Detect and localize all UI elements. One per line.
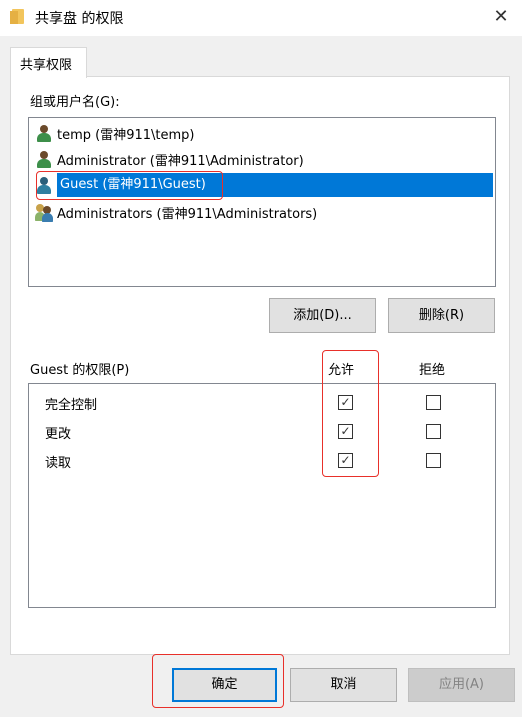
user-icon [35,150,53,168]
title-bar: 共享盘 的权限 ✕ [0,0,522,36]
permissions-list [28,383,496,608]
permission-name: 更改 [45,427,72,442]
deny-header: 拒绝 [419,363,446,378]
users-list[interactable]: temp (雷神911\temp) Administrator (雷神911\A… [28,117,496,287]
user-name: temp (雷神911\temp) [57,127,195,143]
deny-checkbox[interactable] [426,453,441,468]
list-item[interactable]: Administrators (雷神911\Administrators) [35,200,317,224]
close-button[interactable]: ✕ [488,4,514,30]
group-icon [35,203,53,222]
permission-name: 完全控制 [45,398,98,413]
users-label: 组或用户名(G): [30,95,120,110]
folder-icon [10,9,24,24]
add-button[interactable]: 添加(D)... [269,298,376,333]
permission-name: 读取 [45,456,72,471]
remove-button[interactable]: 删除(R) [388,298,495,333]
highlight-box [36,171,223,200]
user-name: Administrators (雷神911\Administrators) [57,206,318,222]
list-item[interactable]: temp (雷神911\temp) [35,121,195,145]
cancel-button[interactable]: 取消 [290,668,397,702]
apply-button[interactable]: 应用(A) [408,668,515,702]
permissions-label: Guest 的权限(P) [30,363,130,378]
window-title: 共享盘 的权限 [35,11,124,27]
highlight-box [152,654,284,708]
user-icon [35,124,53,142]
list-item[interactable]: Administrator (雷神911\Administrator) [35,147,304,171]
user-name: Administrator (雷神911\Administrator) [57,153,304,169]
tab-share-permissions[interactable]: 共享权限 [10,47,87,78]
deny-checkbox[interactable] [426,395,441,410]
deny-checkbox[interactable] [426,424,441,439]
highlight-box [322,350,379,477]
